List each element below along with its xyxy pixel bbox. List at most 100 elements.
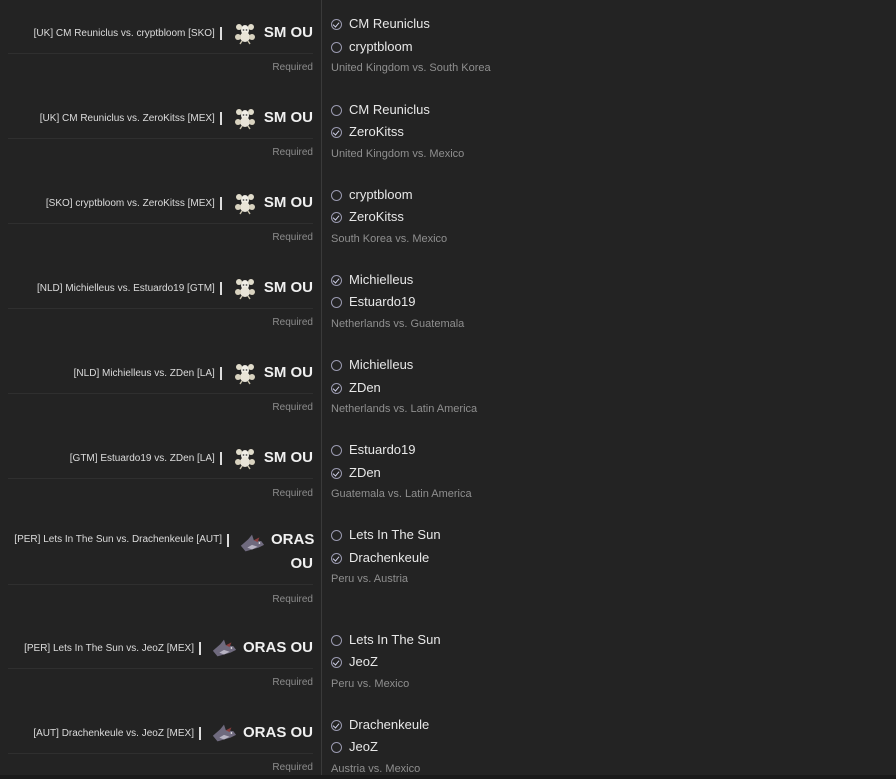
radio-unchecked-icon[interactable]	[331, 741, 342, 753]
match-countries: Netherlands vs. Guatemala	[331, 318, 465, 330]
option-1[interactable]: cryptbloom	[331, 187, 413, 203]
option-label: Michielleus	[349, 357, 414, 372]
match-countries: Netherlands vs. Latin America	[331, 403, 478, 415]
required-label: Required	[272, 762, 313, 773]
pokemon-sprite-icon	[232, 20, 258, 46]
bottom-edge	[0, 775, 896, 779]
radio-unchecked-icon[interactable]	[331, 296, 342, 308]
option-1[interactable]: Drachenkeule	[331, 717, 429, 733]
required-label: Required	[272, 317, 313, 328]
radio-unchecked-icon[interactable]	[331, 529, 342, 541]
required-label: Required	[272, 594, 313, 605]
row-divider	[8, 393, 313, 394]
radio-checked-icon[interactable]	[331, 552, 342, 564]
option-2[interactable]: JeoZ	[331, 654, 378, 670]
option-label: Drachenkeule	[349, 717, 430, 732]
pokemon-sprite-icon	[232, 445, 258, 471]
question-title: [GTM] Estuardo19 vs. ZDen [LA]	[69, 453, 215, 464]
question-title: [SKO] cryptbloom vs. ZeroKitss [MEX]	[45, 198, 215, 209]
option-label: Lets In The Sun	[349, 632, 441, 647]
row-divider	[8, 308, 313, 309]
required-label: Required	[272, 147, 313, 158]
option-label: ZeroKitss	[349, 124, 404, 139]
radio-checked-icon[interactable]	[331, 656, 342, 668]
tier-label: SM OU	[263, 109, 313, 126]
option-label: Estuardo19	[349, 442, 416, 457]
row-divider	[8, 584, 313, 585]
option-label: Lets In The Sun	[349, 527, 441, 542]
radio-checked-icon[interactable]	[331, 126, 342, 138]
required-label: Required	[272, 402, 313, 413]
radio-checked-icon[interactable]	[331, 467, 342, 479]
row-divider	[8, 223, 313, 224]
pokemon-sprite-icon	[232, 360, 258, 386]
option-2[interactable]: Estuardo19	[331, 294, 416, 310]
option-label: ZDen	[349, 380, 381, 395]
option-1[interactable]: CM Reuniclus	[331, 102, 430, 118]
row-divider	[8, 668, 313, 669]
option-2[interactable]: ZDen	[331, 465, 381, 481]
column-divider	[321, 0, 322, 779]
option-label: Michielleus	[349, 272, 414, 287]
title-separator	[227, 534, 229, 547]
title-separator	[219, 282, 222, 295]
question-title: [UK] CM Reuniclus vs. ZeroKitss [MEX]	[39, 113, 215, 124]
option-2[interactable]: ZDen	[331, 380, 381, 396]
option-2[interactable]: cryptbloom	[331, 39, 413, 55]
option-2[interactable]: Drachenkeule	[331, 550, 429, 566]
radio-checked-icon[interactable]	[331, 719, 342, 731]
question-header: [PER] Lets In The Sun vs. Drachenkeule […	[8, 530, 315, 576]
option-1[interactable]: CM Reuniclus	[331, 16, 430, 32]
question-title: [PER] Lets In The Sun vs. Drachenkeule […	[14, 534, 222, 545]
question-header: [AUT] Drachenkeule vs. JeoZ [MEX] ORAS OU	[8, 720, 313, 746]
pokemon-sprite-icon	[232, 190, 258, 216]
row-divider	[8, 138, 313, 139]
option-label: ZDen	[349, 465, 381, 480]
option-label: Drachenkeule	[349, 550, 430, 565]
radio-checked-icon[interactable]	[331, 382, 342, 394]
radio-checked-icon[interactable]	[331, 211, 342, 223]
match-countries: Guatemala vs. Latin America	[331, 488, 472, 500]
row-divider	[8, 478, 313, 479]
radio-unchecked-icon[interactable]	[331, 104, 342, 116]
radio-unchecked-icon[interactable]	[331, 444, 342, 456]
title-separator	[219, 367, 222, 380]
option-label: cryptbloom	[349, 39, 413, 54]
tier-label: ORAS OU	[242, 724, 313, 741]
question-header: [UK] CM Reuniclus vs. cryptbloom [SKO] SM…	[8, 20, 313, 46]
question-title: [NLD] Michielleus vs. Estuardo19 [GTM]	[36, 283, 215, 294]
pokemon-sprite-icon	[211, 720, 237, 746]
option-1[interactable]: Estuardo19	[331, 442, 416, 458]
option-2[interactable]: ZeroKitss	[331, 209, 404, 225]
option-2[interactable]: ZeroKitss	[331, 124, 404, 140]
option-2[interactable]: JeoZ	[331, 739, 378, 755]
title-separator	[219, 112, 222, 125]
option-1[interactable]: Lets In The Sun	[331, 632, 441, 648]
match-countries: United Kingdom vs. Mexico	[331, 148, 465, 160]
option-label: cryptbloom	[349, 187, 413, 202]
title-separator	[198, 727, 201, 740]
tier-label: SM OU	[263, 449, 313, 466]
option-1[interactable]: Michielleus	[331, 357, 413, 373]
required-label: Required	[272, 488, 313, 499]
question-header: [NLD] Michielleus vs. Estuardo19 [GTM] SM…	[8, 275, 313, 301]
option-1[interactable]: Lets In The Sun	[331, 527, 441, 543]
option-label: CM Reuniclus	[349, 102, 430, 117]
title-separator	[198, 642, 201, 655]
required-label: Required	[272, 677, 313, 688]
tier-label: ORAS OU	[242, 639, 313, 656]
option-label: CM Reuniclus	[349, 16, 430, 31]
title-separator	[219, 197, 222, 210]
question-title: [UK] CM Reuniclus vs. cryptbloom [SKO]	[33, 28, 215, 39]
radio-unchecked-icon[interactable]	[331, 634, 342, 646]
radio-unchecked-icon[interactable]	[331, 359, 342, 371]
pokemon-sprite-icon	[232, 105, 258, 131]
radio-checked-icon[interactable]	[331, 274, 342, 286]
radio-unchecked-icon[interactable]	[331, 41, 342, 53]
tier-label: ORAS OU	[271, 531, 315, 572]
option-1[interactable]: Michielleus	[331, 272, 413, 288]
required-label: Required	[272, 62, 313, 73]
title-separator	[219, 452, 222, 465]
radio-checked-icon[interactable]	[331, 18, 342, 30]
radio-unchecked-icon[interactable]	[331, 189, 342, 201]
